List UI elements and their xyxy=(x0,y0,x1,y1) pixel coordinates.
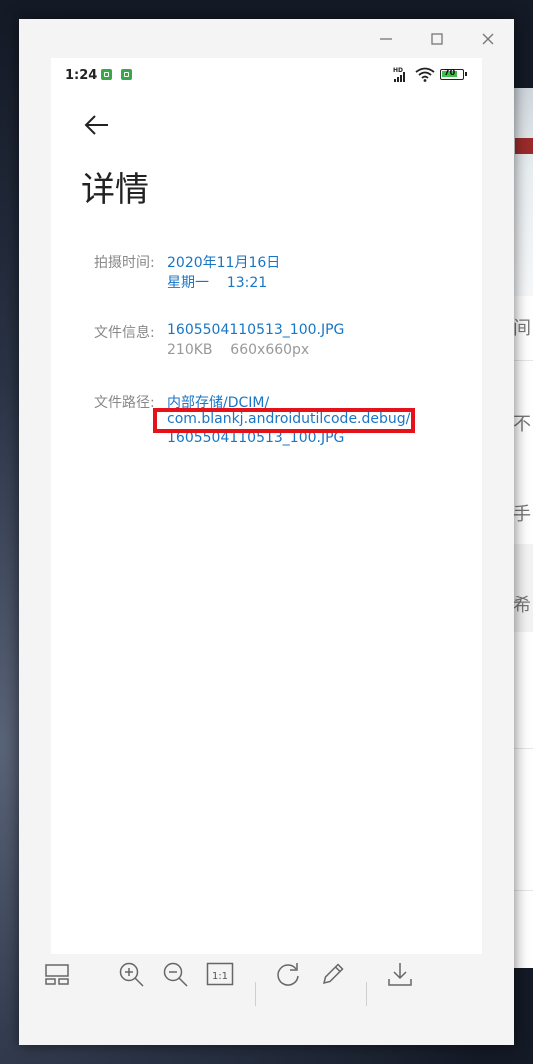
signal-icon xyxy=(394,72,405,82)
status-time: 1:24 xyxy=(65,68,98,83)
zoom-out-icon xyxy=(163,962,188,987)
minimize-button[interactable] xyxy=(374,27,398,51)
maximize-button[interactable] xyxy=(425,27,449,51)
zoom-out-button[interactable] xyxy=(161,960,189,988)
notification-icon xyxy=(101,69,112,80)
status-bar: 1:24 HD 70 xyxy=(51,58,482,94)
file-info-label: 文件信息: xyxy=(94,325,155,341)
file-name-value: 1605504110513_100.JPG xyxy=(167,322,345,338)
wifi-icon xyxy=(415,67,435,82)
actual-size-label: 1:1 xyxy=(212,971,228,982)
back-button[interactable] xyxy=(83,113,111,137)
close-icon xyxy=(482,33,494,45)
battery-icon: 70 xyxy=(440,68,467,80)
background-text: 不 xyxy=(513,414,531,435)
close-button[interactable] xyxy=(476,27,500,51)
phone-screenshot: 1:24 HD 70 详情 拍摄时间: 2020年11月16日 星期一 13:2… xyxy=(51,58,482,954)
rotate-icon xyxy=(277,963,299,986)
background-text: 希 xyxy=(513,595,531,616)
shot-time-label: 拍摄时间: xyxy=(94,255,155,271)
minimize-icon xyxy=(380,38,392,40)
file-size-value: 210KB 660x660px xyxy=(167,342,310,358)
actual-size-button[interactable]: 1:1 xyxy=(206,960,234,988)
shot-weekday-time-value: 星期一 13:21 xyxy=(167,275,268,291)
file-path-label: 文件路径: xyxy=(94,395,155,411)
shot-date-value: 2020年11月16日 xyxy=(167,255,281,271)
background-text: 间 xyxy=(513,318,531,339)
download-button[interactable] xyxy=(386,960,414,988)
zoom-in-icon xyxy=(119,962,144,987)
title-bar[interactable] xyxy=(19,19,514,57)
thumbnail-strip-icon xyxy=(45,964,69,985)
notification-icon xyxy=(121,69,132,80)
zoom-in-button[interactable] xyxy=(117,960,145,988)
maximize-icon xyxy=(431,33,443,45)
download-icon xyxy=(388,963,412,986)
thumbnail-strip-button[interactable] xyxy=(43,960,71,988)
edit-icon xyxy=(322,963,344,985)
battery-level: 70 xyxy=(444,68,456,77)
toolbar-separator xyxy=(366,982,367,1006)
highlight-box xyxy=(153,408,415,433)
edit-button[interactable] xyxy=(319,960,347,988)
toolbar-separator xyxy=(255,982,256,1006)
background-text: 手 xyxy=(513,504,531,525)
actual-size-icon: 1:1 xyxy=(206,962,234,986)
back-arrow-icon xyxy=(84,115,108,135)
page-title: 详情 xyxy=(81,170,149,210)
rotate-button[interactable] xyxy=(274,960,302,988)
